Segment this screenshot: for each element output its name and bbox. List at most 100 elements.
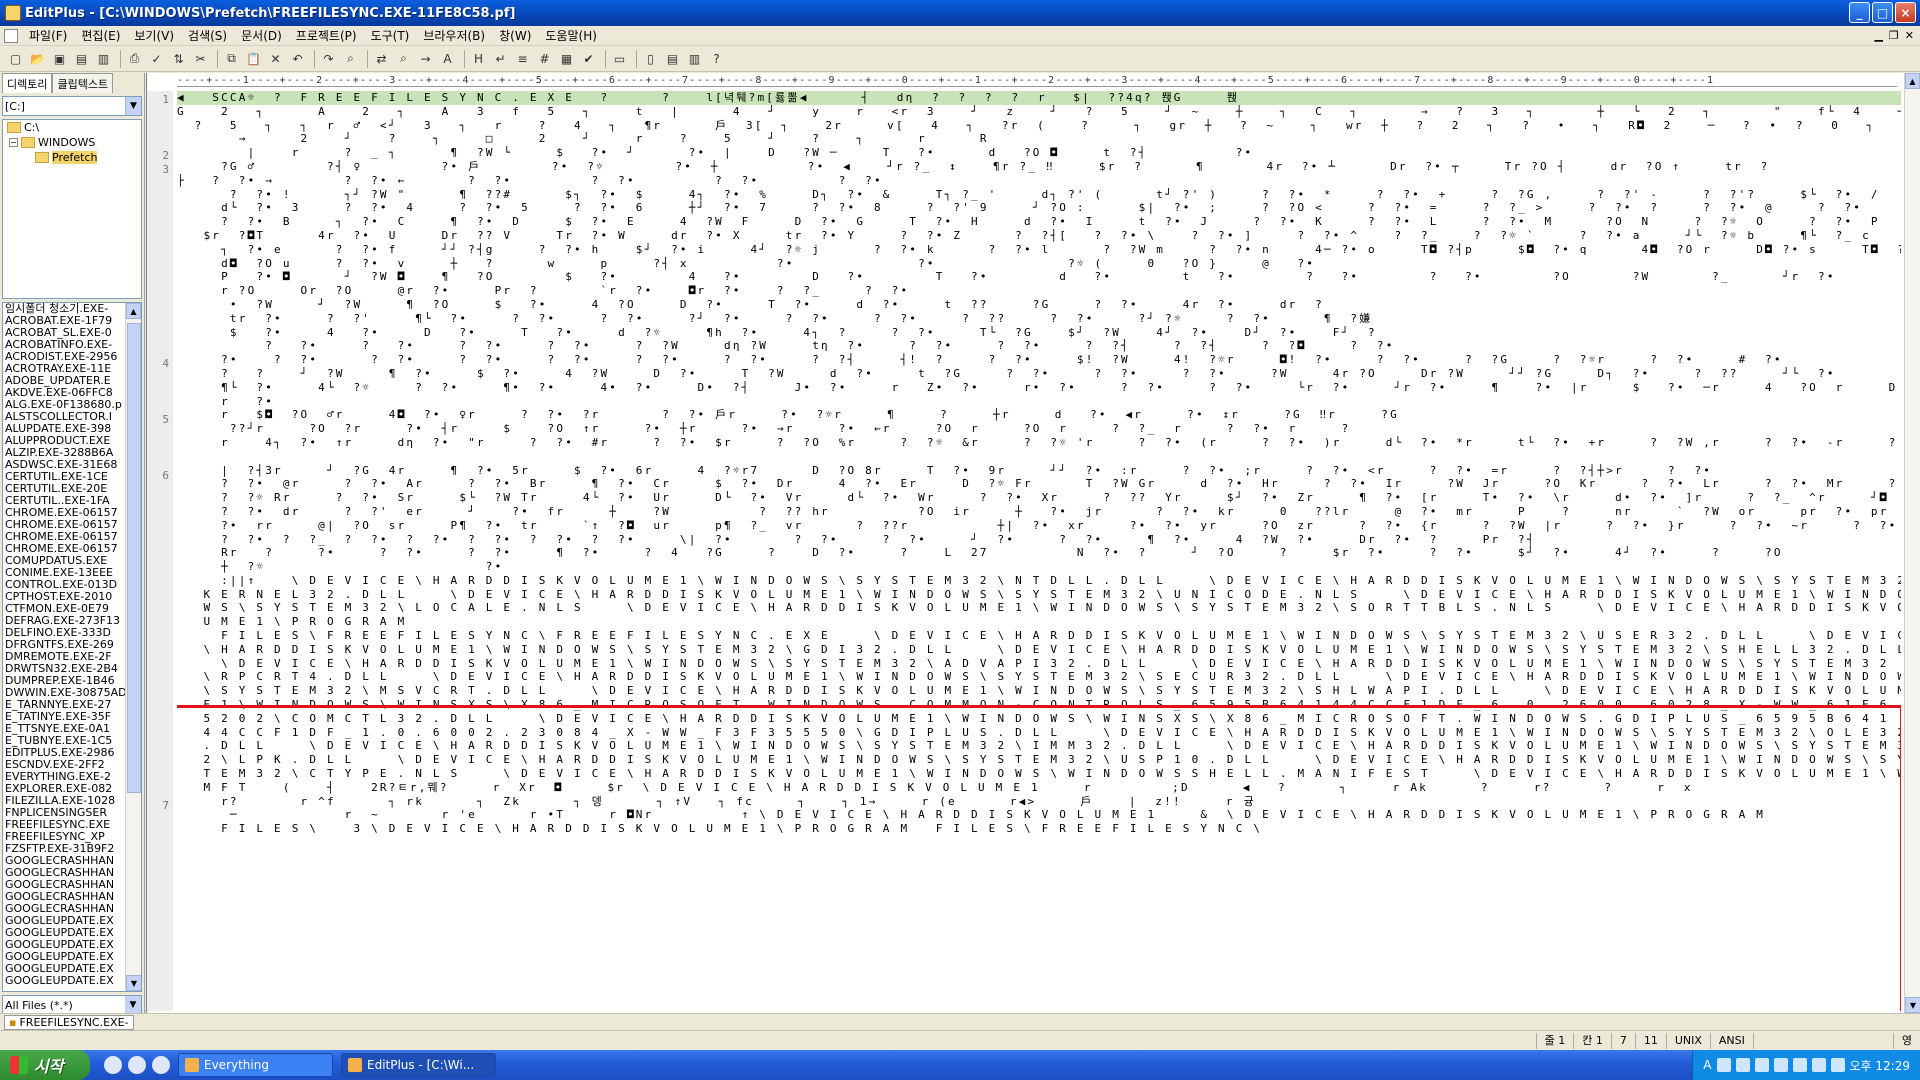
close-button[interactable]: × [1895,2,1916,23]
menu-view[interactable]: 보기(V) [127,27,181,44]
file-list-item[interactable]: ACRODIST.EXE-2956 [3,351,127,363]
scroll-down-icon[interactable]: ▼ [1905,997,1920,1013]
ie-icon[interactable] [128,1056,146,1074]
find-icon[interactable]: ⌕ [341,49,360,68]
file-list-item[interactable]: DEFRAG.EXE-273F13 [3,615,127,627]
undo-icon[interactable]: ↶ [288,49,307,68]
file-list-item[interactable]: CERTUTIL.EXE-1CE [3,471,127,483]
scroll-down-icon[interactable]: ▼ [126,975,141,991]
file-list-item[interactable]: CHROME.EXE-06157 [3,507,127,519]
window3-icon[interactable]: ▤ [663,49,682,68]
file-list-item[interactable]: ALG.EXE-0F138680.p [3,399,127,411]
drive-select[interactable]: [C:] ▼ [2,96,142,116]
editplus-app-icon[interactable] [5,5,21,21]
scroll-thumb[interactable] [127,323,141,793]
tree-node[interactable]: − WINDOWS [3,135,141,150]
tray-icon[interactable] [1792,1058,1807,1072]
file-list-item[interactable]: DUMPREP.EXE-1B46 [3,675,127,687]
file-list-item[interactable]: CONIME.EXE-13EEE [3,567,127,579]
file-list-item[interactable]: ACROTRAY.EXE-11E [3,363,127,375]
file-list-item[interactable]: ACROBAT.EXE-1F79 [3,315,127,327]
file-list-item[interactable]: CHROME.EXE-06157 [3,519,127,531]
copy-icon[interactable]: ⧉ [222,49,241,68]
tray-icon[interactable] [1773,1058,1788,1072]
paste-icon[interactable]: 📋 [244,49,263,68]
ftp-icon[interactable]: ⇅ [169,49,188,68]
scroll-up-icon[interactable]: ▲ [126,303,141,319]
file-list-item[interactable]: DWWIN.EXE-30875AD [3,687,127,699]
file-list-item[interactable]: GOOGLEUPDATE.EX [3,927,127,939]
taskbar-item-everything[interactable]: Everything [178,1053,333,1077]
file-list-item[interactable]: ALSTSCOLLECTOR.I [3,411,127,423]
editor-scrollbar[interactable]: ▲ ▼ [1904,73,1920,1013]
chevron-down-icon[interactable]: ▼ [125,996,141,1014]
file-list-item[interactable]: ESCNDV.EXE-2FF2 [3,759,127,771]
volume-icon[interactable] [1830,1058,1845,1072]
file-list-item[interactable]: CERTUTIL.EXE-20E [3,483,127,495]
window1-icon[interactable]: ▭ [610,49,629,68]
file-list-item[interactable]: DMREMOTE.EXE-2F [3,651,127,663]
tree-node[interactable]: C:\ [3,120,141,135]
save-icon[interactable]: ▣ [50,49,69,68]
check-icon[interactable]: ✔ [579,49,598,68]
file-list-item[interactable]: E_TARNNYE.EXE-27 [3,699,127,711]
menu-help[interactable]: 도움말(H) [538,27,604,44]
menu-window[interactable]: 창(W) [492,27,538,44]
window2-icon[interactable]: ▯ [641,49,660,68]
document-menu-icon[interactable] [4,28,18,43]
file-list-item[interactable]: CTFMON.EXE-0E79 [3,603,127,615]
file-list-item[interactable]: ACROBATINFO.EXE- [3,339,127,351]
menu-browser[interactable]: 브라우저(B) [416,27,492,44]
file-list-item[interactable]: EVERYTHING.EXE-2 [3,771,127,783]
line-number-icon[interactable]: # [535,49,554,68]
goto-icon[interactable]: → [416,49,435,68]
word-wrap-icon[interactable]: ↵ [491,49,510,68]
minimize-button[interactable]: _ [1849,2,1870,23]
delete-icon[interactable]: ✕ [266,49,285,68]
cut-icon[interactable]: ✂ [191,49,210,68]
mdi-restore-icon[interactable]: ❐ [1889,29,1899,42]
find-files-icon[interactable]: ⌕ [394,49,413,68]
replace-icon[interactable]: ⇄ [372,49,391,68]
tray-icon[interactable] [1754,1058,1769,1072]
file-list-item[interactable]: E_TUBNYE.EXE-1C5 [3,735,127,747]
file-list-item[interactable]: DELFINO.EXE-333D [3,627,127,639]
clock[interactable]: 오후 12:29 [1850,1057,1910,1074]
file-list-item[interactable]: ALUPPRODUCT.EXE [3,435,127,447]
file-list-item[interactable]: FREEFILESYNC_XP [3,831,127,843]
file-list-item[interactable]: GOOGLEUPDATE.EX [3,963,127,975]
file-list-item[interactable]: ADOBE_UPDATER.E [3,375,127,387]
file-list-item[interactable]: CHROME.EXE-06157 [3,531,127,543]
status-encoding[interactable]: ANSI [1709,1032,1753,1049]
spell-icon[interactable]: ✓ [147,49,166,68]
document-tab[interactable]: ▪ FREEFILESYNC.EXE- [4,1014,134,1030]
file-list-item[interactable]: ASDWSC.EXE-31E68 [3,459,127,471]
file-filter-select[interactable]: All Files (*.*) ▼ [2,995,142,1015]
menu-document[interactable]: 문서(D) [234,27,289,44]
file-list-item[interactable]: GOOGLECRASHHAN [3,855,127,867]
menu-project[interactable]: 프로젝트(P) [289,27,364,44]
file-list-item[interactable]: CPTHOST.EXE-2010 [3,591,127,603]
mdi-close-icon[interactable]: ✕ [1905,29,1914,42]
tab-cliptext[interactable]: 클립텍스트 [52,73,114,93]
chrome-icon[interactable] [152,1056,170,1074]
redo-icon[interactable]: ↷ [319,49,338,68]
file-list-item[interactable]: EXPLORER.EXE-082 [3,783,127,795]
file-list-item[interactable]: EDITPLUS.EXE-2986 [3,747,127,759]
menu-file[interactable]: 파일(F) [22,27,74,44]
scroll-up-icon[interactable]: ▲ [1905,73,1920,89]
file-list-item[interactable]: GOOGLEUPDATE.EX [3,915,127,927]
file-list-item[interactable]: CONTROL.EXE-013D [3,579,127,591]
menu-edit[interactable]: 편집(E) [74,27,127,44]
hex-icon[interactable]: H [469,49,488,68]
ime-indicator[interactable]: A [1703,1058,1711,1072]
file-list-item[interactable]: FREEFILESYNC.EXE [3,819,127,831]
network-icon[interactable] [1811,1058,1826,1072]
file-list-item[interactable]: GOOGLECRASHHAN [3,891,127,903]
file-list-item[interactable]: COMUPDATUS.EXE [3,555,127,567]
editor-pane[interactable]: ----+----1----+----2----+----3----+----4… [146,73,1920,1013]
tray-icon[interactable] [1716,1058,1731,1072]
file-list-item[interactable]: GOOGLEUPDATE.EX [3,951,127,963]
help-icon[interactable]: ? [707,49,726,68]
restore-button[interactable]: □ [1872,2,1893,23]
